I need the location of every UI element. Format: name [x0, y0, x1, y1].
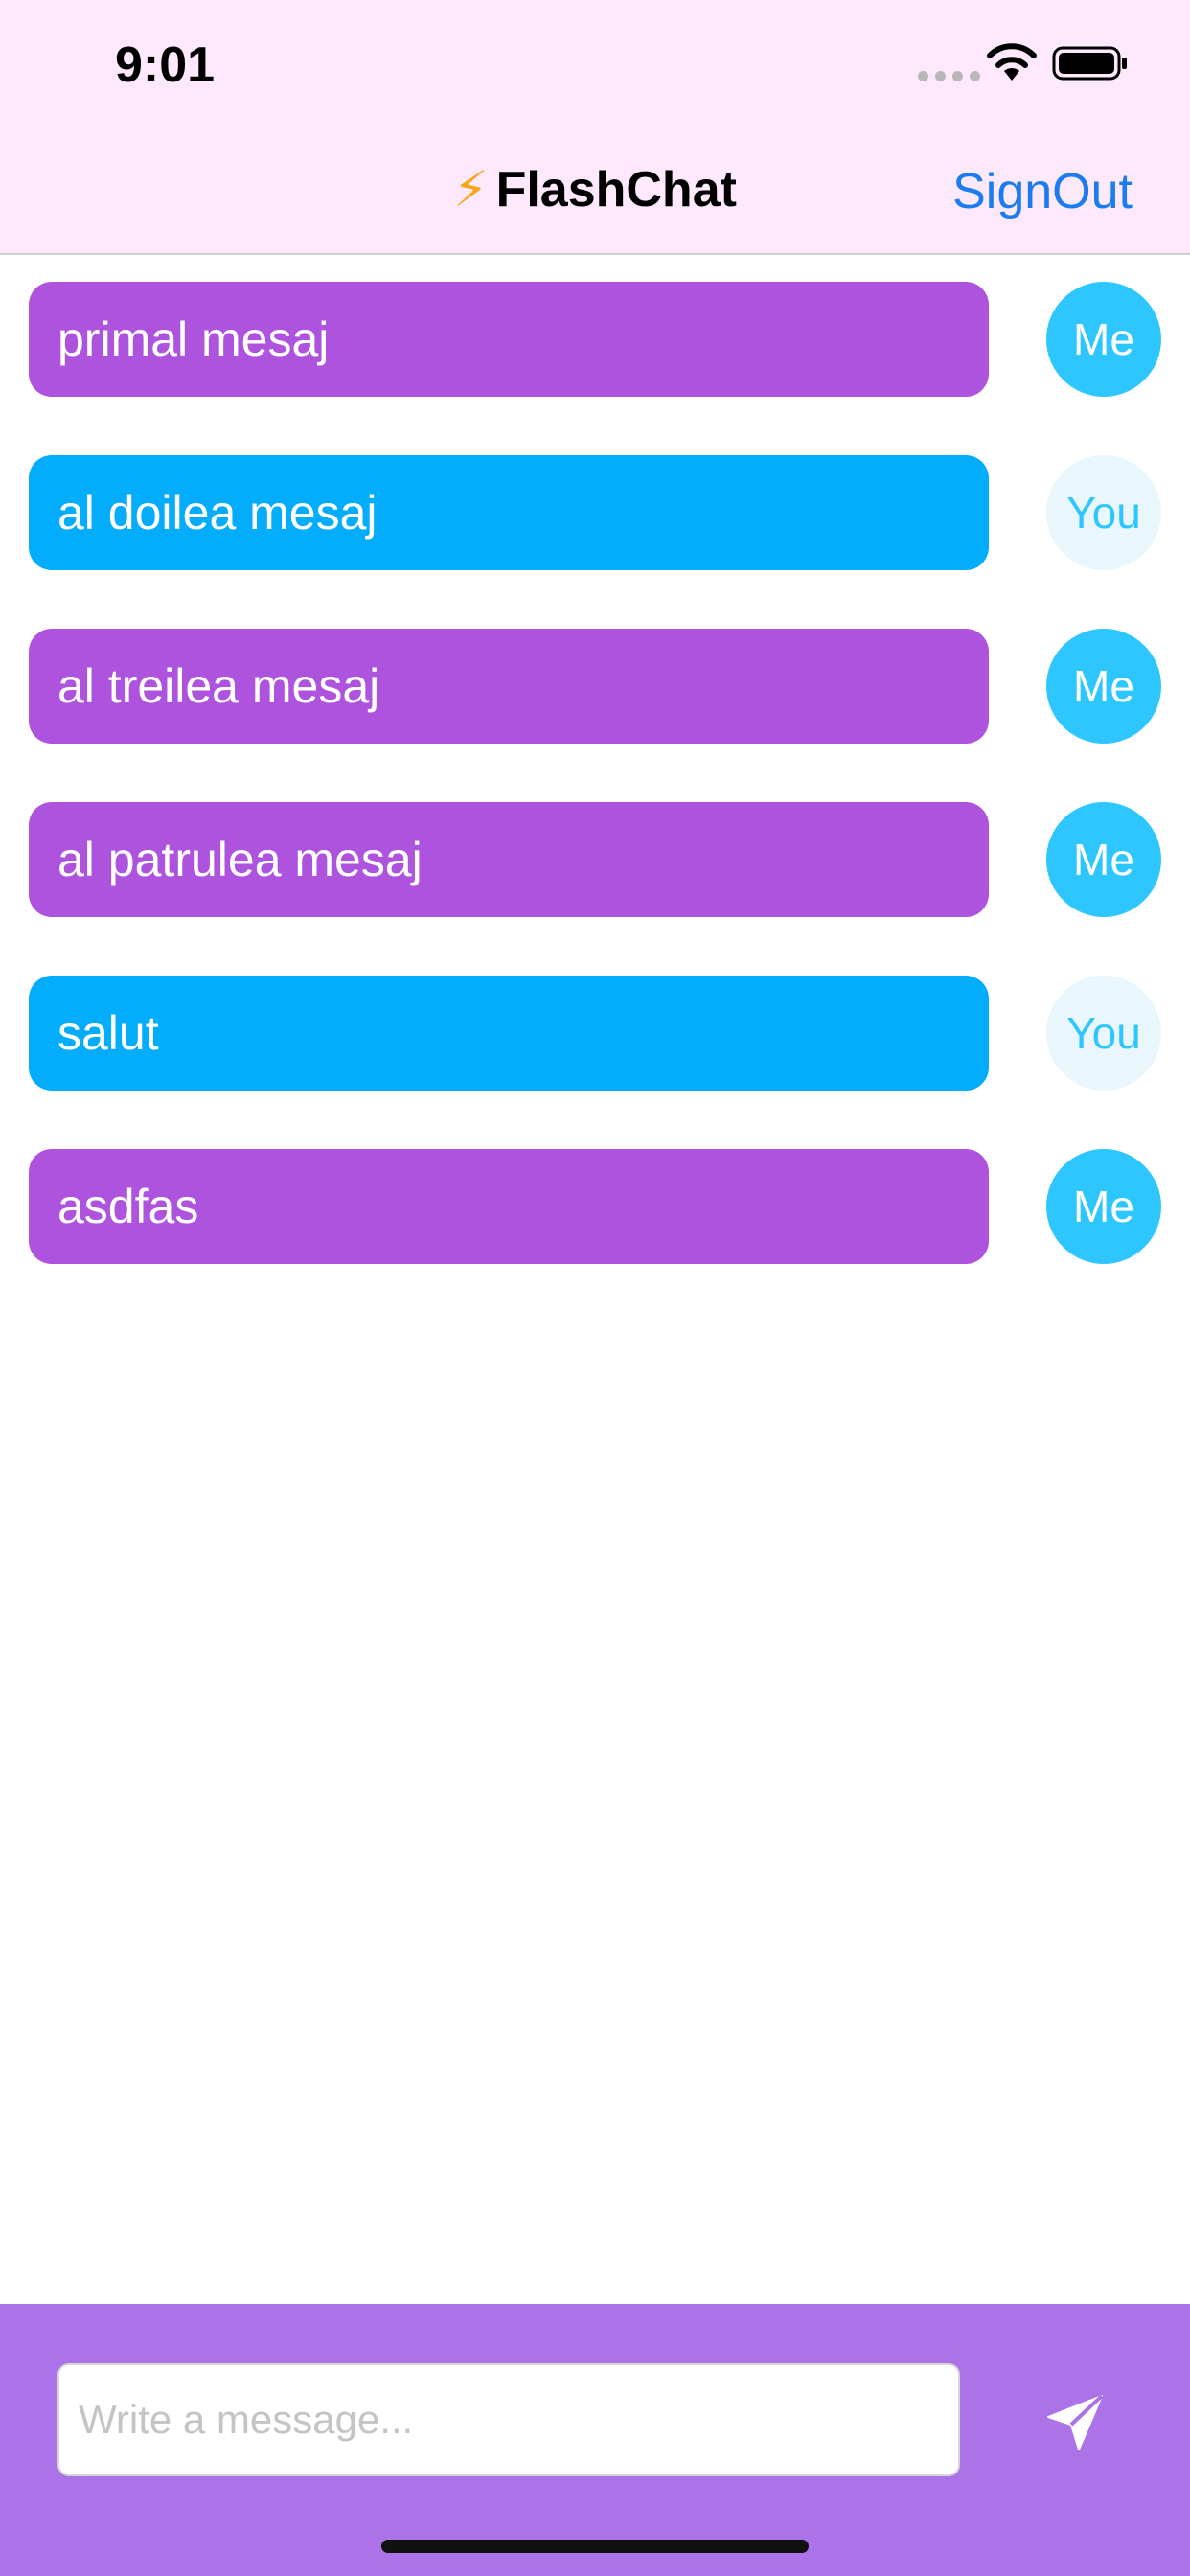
message-bubble: asdfas — [29, 1149, 989, 1264]
message-input[interactable] — [57, 2363, 960, 2476]
navigation-bar: ⚡ FlashChat SignOut — [0, 134, 1190, 255]
message-composer — [0, 2304, 1190, 2576]
cellular-signal-icon — [918, 71, 980, 81]
battery-icon — [1052, 46, 1127, 80]
wifi-icon — [987, 43, 1037, 80]
message-bubble: primal mesaj — [29, 282, 989, 397]
message-bubble: al doilea mesaj — [29, 455, 989, 570]
message-row: primal mesaj Me — [0, 282, 1190, 397]
home-indicator — [381, 2540, 809, 2553]
status-bar: 9:01 — [0, 0, 1190, 134]
message-row: al patrulea mesaj Me — [0, 802, 1190, 917]
avatar: Me — [1046, 282, 1161, 397]
message-bubble: al treilea mesaj — [29, 629, 989, 744]
signout-button[interactable]: SignOut — [952, 163, 1133, 220]
avatar: Me — [1046, 629, 1161, 744]
avatar: Me — [1046, 802, 1161, 917]
message-bubble: salut — [29, 976, 989, 1091]
message-bubble: al patrulea mesaj — [29, 802, 989, 917]
avatar: You — [1046, 455, 1161, 570]
app-title: FlashChat — [495, 162, 737, 218]
avatar: Me — [1046, 1149, 1161, 1264]
message-row: al doilea mesaj You — [0, 455, 1190, 570]
message-row: salut You — [0, 976, 1190, 1091]
status-time: 9:01 — [115, 37, 216, 93]
lightning-bolt-icon: ⚡ — [453, 162, 489, 218]
send-button[interactable] — [1044, 2392, 1106, 2453]
avatar: You — [1046, 976, 1161, 1091]
message-row: asdfas Me — [0, 1149, 1190, 1264]
message-row: al treilea mesaj Me — [0, 629, 1190, 744]
